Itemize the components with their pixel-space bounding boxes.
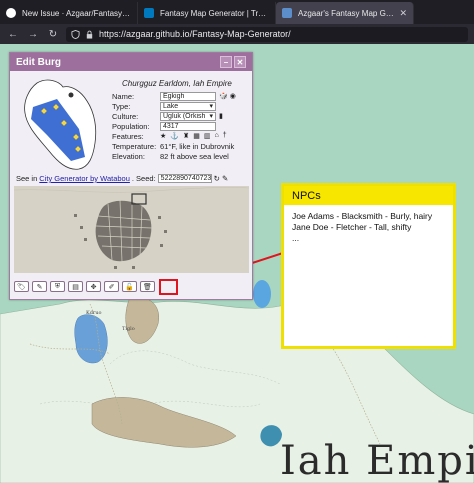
brush-icon[interactable]: ✎	[32, 281, 47, 292]
tab-title: New Issue · Azgaar/Fantasy-Ma	[22, 8, 131, 18]
globe-icon[interactable]: ◉	[230, 92, 236, 100]
field-type: Type: Lake ▾	[112, 101, 236, 111]
walls-icon[interactable]: ▥	[204, 132, 211, 140]
field-label: Type:	[112, 101, 131, 111]
reload-icon[interactable]: ↻	[46, 29, 60, 40]
citadel-icon[interactable]: ♜	[183, 132, 189, 140]
seed-prefix: See in	[16, 174, 38, 183]
map-label: Tiglo	[122, 326, 135, 332]
culture-select[interactable]: Ugluk (Orkish ▾	[160, 111, 216, 121]
field-features: Features: ★ ⚓ ♜ ▦ ▥ ⌂ †	[112, 131, 236, 141]
port-icon[interactable]: ⚓	[170, 132, 179, 140]
trash-icon[interactable]: 🗑	[140, 281, 155, 292]
city-preview[interactable]	[14, 186, 249, 273]
regenerate-icon[interactable]: 🎲	[219, 92, 228, 100]
npc-line: Jane Doe - Fletcher - Tall, shifty	[292, 222, 412, 232]
field-label: Population:	[112, 121, 150, 131]
fmg-icon	[282, 8, 292, 18]
npc-note-heading: NPCs	[284, 186, 453, 205]
field-population: Population: 4317	[112, 121, 236, 131]
forward-icon[interactable]: →	[26, 29, 40, 40]
name-input[interactable]: Egkigh	[160, 91, 216, 101]
collapse-button[interactable]: –	[220, 56, 232, 68]
github-icon	[6, 8, 16, 18]
burg-emblem	[24, 79, 97, 170]
seed-row: See in City Generator by Watabou . Seed:…	[16, 174, 228, 183]
tab-title: Azgaar's Fantasy Map Generato	[298, 8, 395, 18]
npc-line: Joe Adams - Blacksmith - Burly, hairy	[292, 211, 433, 221]
dialog-toolbar: 🏷 ✎ ⛨ ▤ ✥ ✐ 🔓 🗑	[14, 281, 155, 292]
npc-note-body[interactable]: Joe Adams - Blacksmith - Burly, hairy Ja…	[284, 205, 453, 250]
burg-state: Churgguz Earldom, Iah Empire	[122, 79, 232, 88]
population-input[interactable]: 4317	[160, 121, 216, 131]
field-label: Culture:	[112, 111, 139, 121]
field-elevation: Elevation: 82 ft above sea level	[112, 151, 236, 161]
lock-icon	[86, 30, 93, 39]
edit-icon[interactable]: ✐	[104, 281, 119, 292]
url-text: https://azgaar.github.io/Fantasy-Map-Gen…	[99, 29, 291, 39]
dialog-title: Edit Burg	[16, 56, 61, 68]
seed-label: . Seed:	[131, 174, 156, 183]
shanty-icon[interactable]: ⌂	[215, 132, 219, 140]
city-map-image	[14, 186, 249, 273]
url-bar[interactable]: https://azgaar.github.io/Fantasy-Map-Gen…	[66, 26, 468, 42]
annotation-highlight	[159, 279, 178, 295]
edit-culture-icon[interactable]: ▮	[219, 112, 223, 120]
map-icon[interactable]: ▤	[68, 281, 83, 292]
tag-icon[interactable]: 🏷	[14, 281, 29, 292]
edit-burg-dialog: Edit Burg – ✕ Churgguz Earldom, Iah Empi…	[9, 52, 253, 300]
dialog-titlebar[interactable]: Edit Burg – ✕	[10, 53, 252, 71]
browser-tab-1[interactable]: New Issue · Azgaar/Fantasy-Ma	[0, 2, 138, 24]
seed-input[interactable]: 5222890740723	[157, 174, 212, 183]
field-label: Temperature:	[112, 141, 157, 151]
npc-note: NPCs Joe Adams - Blacksmith - Burly, hai…	[281, 183, 456, 349]
city-generator-link[interactable]: City Generator by Watabou	[39, 174, 130, 183]
regenerate-seed-icon[interactable]: ↻	[214, 174, 220, 183]
empire-label: Iah Empi	[280, 438, 474, 483]
elevation-value: 82 ft above sea level	[160, 151, 229, 161]
temple-icon[interactable]: †	[223, 132, 227, 140]
field-temperature: Temperature: 61°F, like in Dubrovnik	[112, 141, 236, 151]
map-label: Kdruo	[86, 310, 102, 316]
burg-fields: Name: Egkigh 🎲 ◉ Type: Lake ▾ Culture: Ugl…	[112, 91, 236, 161]
shield-icon	[71, 29, 80, 39]
npc-line: ...	[292, 233, 300, 243]
back-icon[interactable]: ←	[6, 29, 20, 40]
close-tab-icon[interactable]: ✕	[399, 8, 407, 19]
move-icon[interactable]: ✥	[86, 281, 101, 292]
close-button[interactable]: ✕	[234, 56, 246, 68]
edit-seed-icon[interactable]: ✎	[222, 174, 228, 183]
chevron-down-icon: ▾	[209, 112, 213, 120]
trello-icon	[144, 8, 154, 18]
browser-tab-2[interactable]: Fantasy Map Generator | Trello	[138, 2, 276, 24]
tab-title: Fantasy Map Generator | Trello	[160, 8, 269, 18]
capital-icon[interactable]: ★	[160, 132, 166, 140]
chevron-down-icon: ▾	[209, 102, 213, 110]
field-label: Features:	[112, 131, 144, 141]
plaza-icon[interactable]: ▦	[193, 132, 200, 140]
field-label: Elevation:	[112, 151, 145, 161]
field-culture: Culture: Ugluk (Orkish ▾ ▮	[112, 111, 236, 121]
type-select[interactable]: Lake ▾	[160, 101, 216, 111]
browser-tab-bar: New Issue · Azgaar/Fantasy-Ma Fantasy Ma…	[0, 0, 474, 24]
field-name: Name: Egkigh 🎲 ◉	[112, 91, 236, 101]
browser-nav-bar: ← → ↻ https://azgaar.github.io/Fantasy-M…	[0, 24, 474, 44]
shield-icon[interactable]: ⛨	[50, 281, 65, 292]
browser-tab-3[interactable]: Azgaar's Fantasy Map Generato ✕	[276, 2, 414, 24]
field-label: Name:	[112, 91, 135, 101]
unlock-icon[interactable]: 🔓	[122, 281, 137, 292]
temperature-value: 61°F, like in Dubrovnik	[160, 141, 235, 151]
